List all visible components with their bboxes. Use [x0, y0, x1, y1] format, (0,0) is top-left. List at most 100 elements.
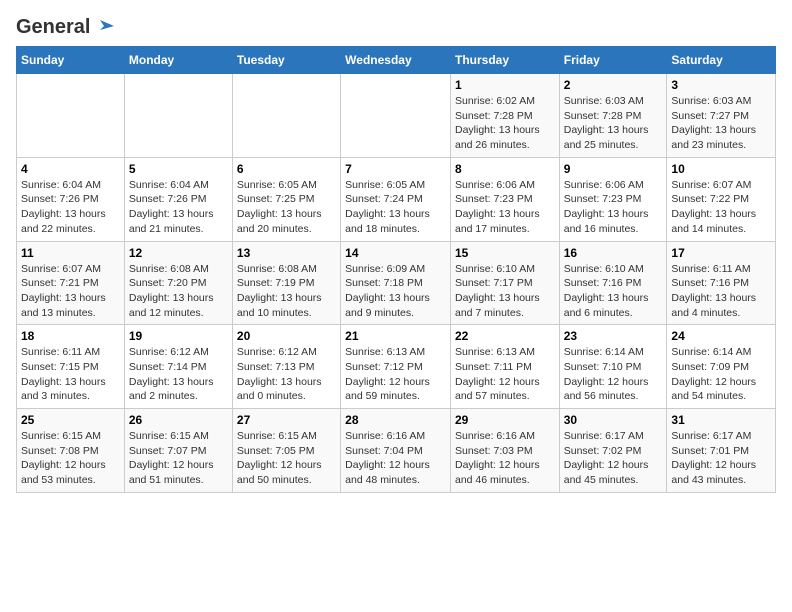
logo-bird-icon — [92, 16, 114, 38]
day-info: Sunrise: 6:10 AM Sunset: 7:17 PM Dayligh… — [455, 262, 555, 321]
calendar-week-row: 25 Sunrise: 6:15 AM Sunset: 7:08 PM Dayli… — [17, 409, 776, 493]
calendar-day-header: Tuesday — [232, 47, 340, 74]
day-info: Sunrise: 6:10 AM Sunset: 7:16 PM Dayligh… — [564, 262, 663, 321]
day-number: 4 — [21, 162, 120, 176]
calendar-cell: 18 Sunrise: 6:11 AM Sunset: 7:15 PM Dayli… — [17, 325, 125, 409]
day-info: Sunrise: 6:08 AM Sunset: 7:20 PM Dayligh… — [129, 262, 228, 321]
day-info: Sunrise: 6:17 AM Sunset: 7:02 PM Dayligh… — [564, 429, 663, 488]
calendar-cell: 31 Sunrise: 6:17 AM Sunset: 7:01 PM Dayli… — [667, 409, 776, 493]
calendar-cell: 2 Sunrise: 6:03 AM Sunset: 7:28 PM Daylig… — [559, 74, 667, 158]
calendar-cell — [17, 74, 125, 158]
day-number: 19 — [129, 329, 228, 343]
day-number: 27 — [237, 413, 336, 427]
day-number: 29 — [455, 413, 555, 427]
day-number: 23 — [564, 329, 663, 343]
day-info: Sunrise: 6:03 AM Sunset: 7:28 PM Dayligh… — [564, 94, 663, 153]
calendar-day-header: Thursday — [450, 47, 559, 74]
calendar-week-row: 4 Sunrise: 6:04 AM Sunset: 7:26 PM Daylig… — [17, 157, 776, 241]
day-number: 15 — [455, 246, 555, 260]
calendar-cell: 27 Sunrise: 6:15 AM Sunset: 7:05 PM Dayli… — [232, 409, 340, 493]
day-info: Sunrise: 6:14 AM Sunset: 7:10 PM Dayligh… — [564, 345, 663, 404]
calendar-cell: 7Sunrise: 6:05 AM Sunset: 7:24 PM Daylig… — [341, 157, 451, 241]
calendar-day-header: Wednesday — [341, 47, 451, 74]
day-info: Sunrise: 6:12 AM Sunset: 7:14 PM Dayligh… — [129, 345, 228, 404]
calendar-cell: 10 Sunrise: 6:07 AM Sunset: 7:22 PM Dayli… — [667, 157, 776, 241]
calendar-day-header: Saturday — [667, 47, 776, 74]
calendar-cell: 14Sunrise: 6:09 AM Sunset: 7:18 PM Dayli… — [341, 241, 451, 325]
day-number: 9 — [564, 162, 663, 176]
day-info: Sunrise: 6:16 AM Sunset: 7:04 PM Dayligh… — [345, 429, 446, 488]
day-info: Sunrise: 6:12 AM Sunset: 7:13 PM Dayligh… — [237, 345, 336, 404]
day-number: 7 — [345, 162, 446, 176]
day-number: 26 — [129, 413, 228, 427]
calendar-table: SundayMondayTuesdayWednesdayThursdayFrid… — [16, 46, 776, 493]
day-number: 10 — [671, 162, 771, 176]
calendar-cell: 23 Sunrise: 6:14 AM Sunset: 7:10 PM Dayli… — [559, 325, 667, 409]
calendar-cell: 1 Sunrise: 6:02 AM Sunset: 7:28 PM Daylig… — [450, 74, 559, 158]
calendar-cell: 11Sunrise: 6:07 AM Sunset: 7:21 PM Dayli… — [17, 241, 125, 325]
day-number: 1 — [455, 78, 555, 92]
day-info: Sunrise: 6:13 AM Sunset: 7:12 PM Dayligh… — [345, 345, 446, 404]
day-info: Sunrise: 6:11 AM Sunset: 7:15 PM Dayligh… — [21, 345, 120, 404]
calendar-cell: 8 Sunrise: 6:06 AM Sunset: 7:23 PM Daylig… — [450, 157, 559, 241]
day-info: Sunrise: 6:14 AM Sunset: 7:09 PM Dayligh… — [671, 345, 771, 404]
day-info: Sunrise: 6:11 AM Sunset: 7:16 PM Dayligh… — [671, 262, 771, 321]
logo: General — [16, 16, 114, 34]
day-info: Sunrise: 6:08 AM Sunset: 7:19 PM Dayligh… — [237, 262, 336, 321]
day-info: Sunrise: 6:15 AM Sunset: 7:05 PM Dayligh… — [237, 429, 336, 488]
day-number: 11 — [21, 246, 120, 260]
day-info: Sunrise: 6:04 AM Sunset: 7:26 PM Dayligh… — [21, 178, 120, 237]
day-info: Sunrise: 6:03 AM Sunset: 7:27 PM Dayligh… — [671, 94, 771, 153]
day-info: Sunrise: 6:15 AM Sunset: 7:07 PM Dayligh… — [129, 429, 228, 488]
calendar-cell: 16Sunrise: 6:10 AM Sunset: 7:16 PM Dayli… — [559, 241, 667, 325]
header: General — [16, 16, 776, 34]
day-number: 13 — [237, 246, 336, 260]
calendar-cell: 28 Sunrise: 6:16 AM Sunset: 7:04 PM Dayli… — [341, 409, 451, 493]
day-number: 12 — [129, 246, 228, 260]
day-number: 17 — [671, 246, 771, 260]
logo-general: General — [16, 16, 90, 38]
calendar-cell: 20Sunrise: 6:12 AM Sunset: 7:13 PM Dayli… — [232, 325, 340, 409]
calendar-cell: 25 Sunrise: 6:15 AM Sunset: 7:08 PM Dayli… — [17, 409, 125, 493]
calendar-cell: 15 Sunrise: 6:10 AM Sunset: 7:17 PM Dayli… — [450, 241, 559, 325]
day-info: Sunrise: 6:04 AM Sunset: 7:26 PM Dayligh… — [129, 178, 228, 237]
calendar-cell — [232, 74, 340, 158]
calendar-week-row: 18 Sunrise: 6:11 AM Sunset: 7:15 PM Dayli… — [17, 325, 776, 409]
calendar-cell: 5 Sunrise: 6:04 AM Sunset: 7:26 PM Daylig… — [124, 157, 232, 241]
day-number: 2 — [564, 78, 663, 92]
calendar-day-header: Sunday — [17, 47, 125, 74]
calendar-week-row: 1 Sunrise: 6:02 AM Sunset: 7:28 PM Daylig… — [17, 74, 776, 158]
calendar-cell: 3 Sunrise: 6:03 AM Sunset: 7:27 PM Daylig… — [667, 74, 776, 158]
day-number: 5 — [129, 162, 228, 176]
calendar-cell: 6Sunrise: 6:05 AM Sunset: 7:25 PM Daylig… — [232, 157, 340, 241]
calendar-cell: 21 Sunrise: 6:13 AM Sunset: 7:12 PM Dayli… — [341, 325, 451, 409]
day-number: 25 — [21, 413, 120, 427]
day-info: Sunrise: 6:17 AM Sunset: 7:01 PM Dayligh… — [671, 429, 771, 488]
day-info: Sunrise: 6:07 AM Sunset: 7:22 PM Dayligh… — [671, 178, 771, 237]
day-info: Sunrise: 6:06 AM Sunset: 7:23 PM Dayligh… — [455, 178, 555, 237]
day-number: 30 — [564, 413, 663, 427]
day-info: Sunrise: 6:06 AM Sunset: 7:23 PM Dayligh… — [564, 178, 663, 237]
day-number: 18 — [21, 329, 120, 343]
calendar-cell: 9 Sunrise: 6:06 AM Sunset: 7:23 PM Daylig… — [559, 157, 667, 241]
day-info: Sunrise: 6:15 AM Sunset: 7:08 PM Dayligh… — [21, 429, 120, 488]
calendar-cell: 24Sunrise: 6:14 AM Sunset: 7:09 PM Dayli… — [667, 325, 776, 409]
calendar-header-row: SundayMondayTuesdayWednesdayThursdayFrid… — [17, 47, 776, 74]
calendar-cell — [341, 74, 451, 158]
day-number: 3 — [671, 78, 771, 92]
day-number: 14 — [345, 246, 446, 260]
day-number: 8 — [455, 162, 555, 176]
day-info: Sunrise: 6:13 AM Sunset: 7:11 PM Dayligh… — [455, 345, 555, 404]
calendar-week-row: 11Sunrise: 6:07 AM Sunset: 7:21 PM Dayli… — [17, 241, 776, 325]
day-number: 28 — [345, 413, 446, 427]
calendar-cell: 13 Sunrise: 6:08 AM Sunset: 7:19 PM Dayli… — [232, 241, 340, 325]
calendar-cell: 17 Sunrise: 6:11 AM Sunset: 7:16 PM Dayli… — [667, 241, 776, 325]
day-number: 31 — [671, 413, 771, 427]
day-info: Sunrise: 6:16 AM Sunset: 7:03 PM Dayligh… — [455, 429, 555, 488]
calendar-cell: 26 Sunrise: 6:15 AM Sunset: 7:07 PM Dayli… — [124, 409, 232, 493]
day-info: Sunrise: 6:02 AM Sunset: 7:28 PM Dayligh… — [455, 94, 555, 153]
day-info: Sunrise: 6:05 AM Sunset: 7:25 PM Dayligh… — [237, 178, 336, 237]
calendar-cell: 12 Sunrise: 6:08 AM Sunset: 7:20 PM Dayli… — [124, 241, 232, 325]
day-number: 21 — [345, 329, 446, 343]
calendar-cell — [124, 74, 232, 158]
